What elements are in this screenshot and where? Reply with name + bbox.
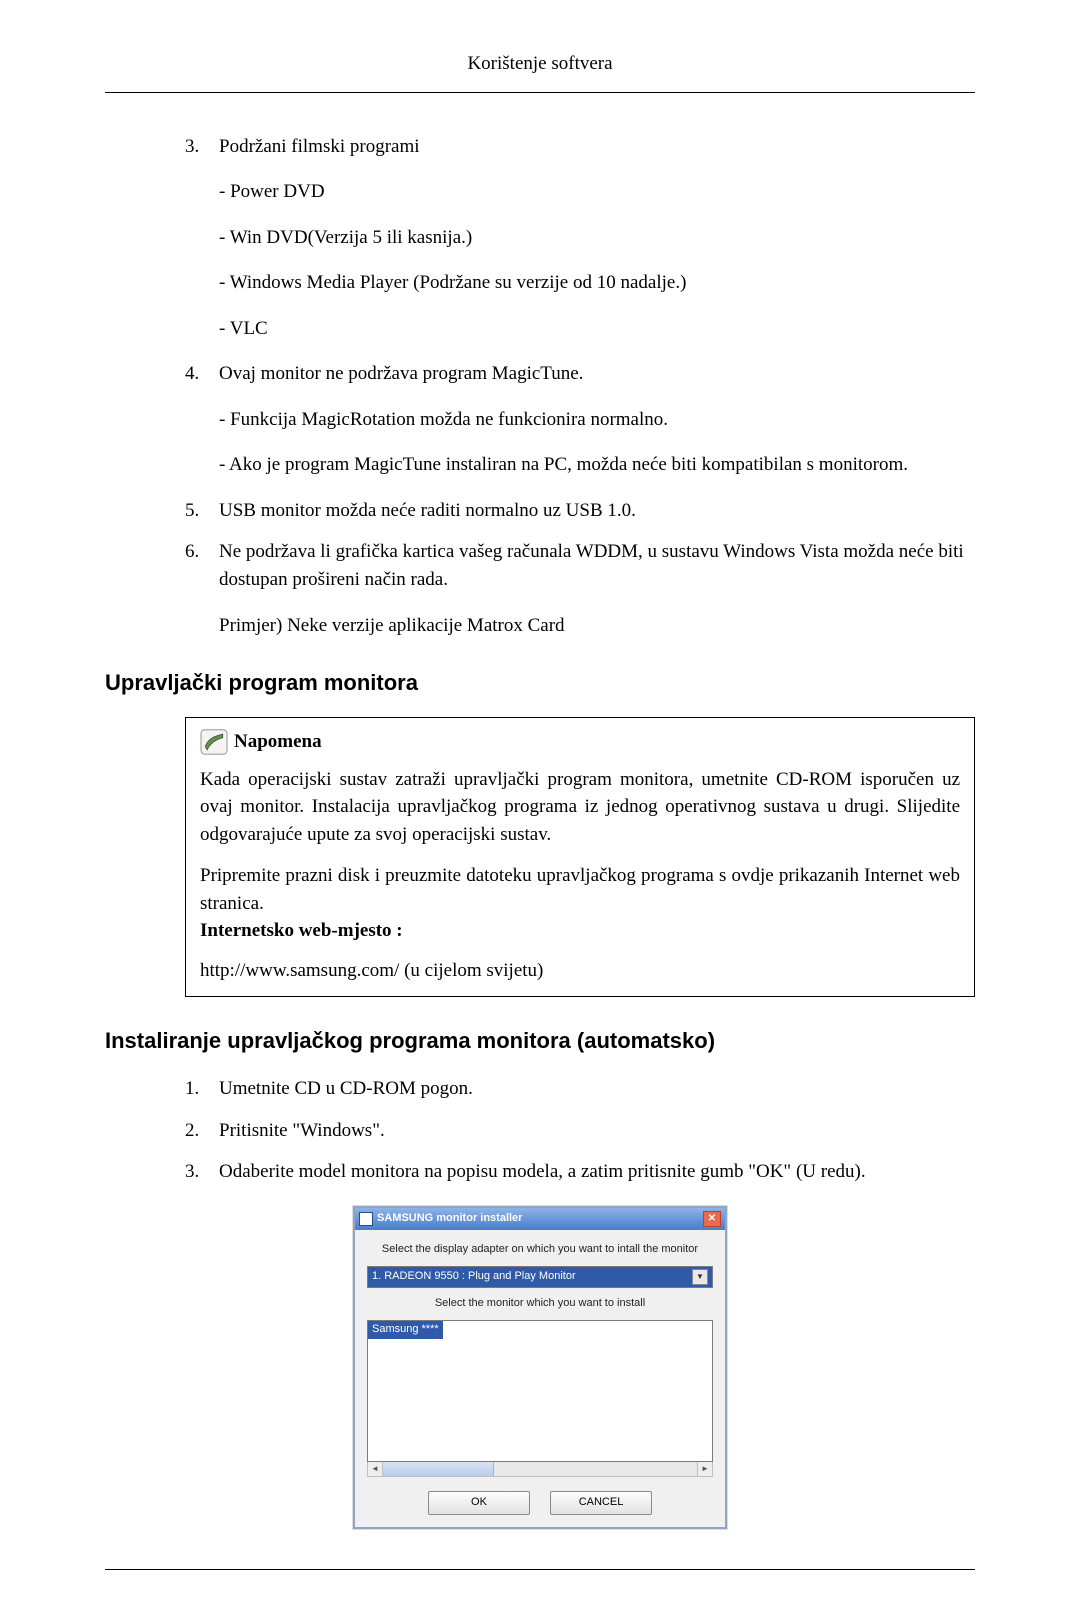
note-box: Napomena Kada operacijski sustav zatraži… [185, 717, 975, 997]
install-step-text: Pritisnite "Windows". [219, 1117, 975, 1145]
top-ordered-list: 5. USB monitor možda neće raditi normaln… [105, 497, 975, 639]
sub-item: - Funkcija MagicRotation možda ne funkci… [219, 406, 975, 434]
install-step-text: Odaberite model monitora na popisu model… [219, 1158, 975, 1186]
list-number: 6. [105, 538, 219, 639]
list-number: 5. [105, 497, 219, 525]
note-title: Napomena [234, 728, 322, 756]
list-item-text: USB monitor možda neće raditi normalno u… [219, 497, 975, 525]
scroll-track[interactable] [383, 1462, 697, 1476]
section-heading-driver: Upravljački program monitora [105, 667, 975, 699]
install-steps-list: 1. Umetnite CD u CD-ROM pogon. 2. Pritis… [105, 1075, 975, 1186]
dialog-titlebar[interactable]: SAMSUNG monitor installer ✕ [355, 1208, 725, 1230]
note-paragraph: Pripremite prazni disk i preuzmite datot… [200, 862, 960, 917]
list-item-text: Ne podržava li grafička kartica vašeg ra… [219, 538, 975, 593]
list-number: 2. [105, 1117, 219, 1145]
adapter-selected-value: 1. RADEON 9550 : Plug and Play Monitor [372, 1269, 576, 1285]
app-icon [359, 1212, 373, 1226]
sub-item: - Ako je program MagicTune instaliran na… [219, 451, 975, 479]
dialog-label-monitor: Select the monitor which you want to ins… [367, 1296, 713, 1312]
sub-item: - VLC [219, 315, 975, 343]
chevron-down-icon[interactable]: ▼ [692, 1269, 708, 1285]
list-item-example: Primjer) Neke verzije aplikacije Matrox … [219, 612, 975, 640]
horizontal-scrollbar[interactable]: ◄ ► [367, 1462, 713, 1477]
note-url: http://www.samsung.com/ (u cijelom svije… [200, 957, 960, 985]
list-number: 3. [105, 1158, 219, 1186]
list-number: 4. [105, 360, 219, 388]
install-step-text: Umetnite CD u CD-ROM pogon. [219, 1075, 975, 1103]
cancel-button[interactable]: CANCEL [550, 1491, 652, 1515]
scroll-right-icon[interactable]: ► [697, 1462, 712, 1476]
note-website-label: Internetsko web-mjesto : [200, 917, 960, 945]
list-number: 1. [105, 1075, 219, 1103]
monitor-list-item-selected[interactable]: Samsung **** [368, 1321, 443, 1339]
sub-item: - Win DVD(Verzija 5 ili kasnija.) [219, 224, 975, 252]
footer-rule [105, 1569, 975, 1570]
sub-item: - Windows Media Player (Podržane su verz… [219, 269, 975, 297]
note-paragraph: Kada operacijski sustav zatraži upravlja… [200, 766, 960, 849]
dialog-label-adapter: Select the display adapter on which you … [367, 1242, 713, 1258]
list-item-title: Podržani filmski programi [219, 133, 975, 161]
page-header: Korištenje softvera [105, 50, 975, 86]
header-rule [105, 92, 975, 93]
top-ordered-list: 4. Ovaj monitor ne podržava program Magi… [105, 360, 975, 388]
monitor-listbox[interactable]: Samsung **** [367, 1320, 713, 1462]
sub-item: - Power DVD [219, 178, 975, 206]
list-number: 3. [105, 133, 219, 161]
scroll-left-icon[interactable]: ◄ [368, 1462, 383, 1476]
section-heading-install: Instaliranje upravljačkog programa monit… [105, 1025, 975, 1057]
adapter-select[interactable]: 1. RADEON 9550 : Plug and Play Monitor ▼ [367, 1266, 713, 1288]
scroll-thumb[interactable] [383, 1462, 494, 1476]
list-item-title: Ovaj monitor ne podržava program MagicTu… [219, 360, 975, 388]
ok-button[interactable]: OK [428, 1491, 530, 1515]
dialog-title: SAMSUNG monitor installer [377, 1211, 522, 1227]
installer-dialog: SAMSUNG monitor installer ✕ Select the d… [353, 1206, 727, 1529]
note-icon [200, 729, 228, 755]
close-icon[interactable]: ✕ [703, 1211, 721, 1227]
top-ordered-list: 3. Podržani filmski programi [105, 133, 975, 161]
